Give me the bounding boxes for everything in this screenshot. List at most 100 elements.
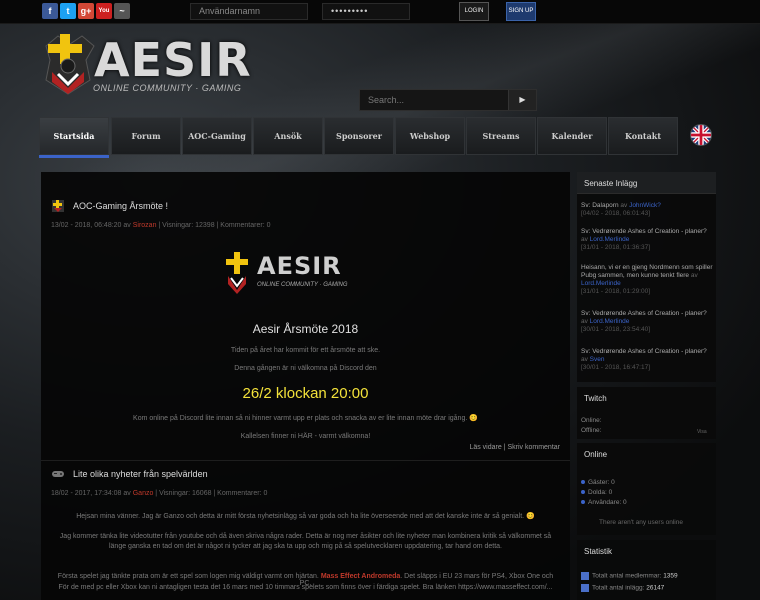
gamepad-icon [52, 471, 64, 477]
facebook-icon[interactable]: f [42, 3, 58, 19]
online-users: Användare: 0 [581, 499, 627, 506]
nav-startsida[interactable]: Startsida [39, 117, 109, 155]
post-text: Första spelet jag tänkte prata om är ett… [57, 573, 321, 580]
recent-post-date: [30/01 - 2018, 23:54:40] [581, 326, 651, 333]
recent-post-date: [30/01 - 2018, 16:47:17] [581, 364, 651, 371]
search-box: Search... ▶ [359, 89, 537, 111]
nav-kalender[interactable]: Kalender [537, 117, 607, 155]
post-event-date: 26/2 klockan 20:00 [242, 385, 369, 402]
post-paragraph: Kallelsen finner ni HÄR - varmt välkomna… [240, 433, 371, 440]
recent-post-date: [04/02 - 2018, 06:01:43] [581, 210, 651, 217]
stat-posts-label: Totalt antal inlägg: [592, 584, 645, 592]
twitch-online-label: Online: [581, 417, 602, 424]
recent-post-user[interactable]: Lord.Merlinde [581, 280, 621, 287]
recent-post-user[interactable]: Sven [590, 356, 605, 363]
recent-posts-title: Senaste Inlägg [577, 172, 716, 194]
statistics-title: Statistik [584, 547, 613, 556]
username-input[interactable]: Användarnamn [190, 3, 308, 20]
online-guests-text: Gäster: 0 [588, 479, 615, 486]
recent-post-by: av [618, 202, 630, 209]
post-paragraph: Tiden på året har kommit för ett årsmöte… [230, 347, 381, 354]
aesir-emblem-logo[interactable] [40, 32, 96, 98]
news-post: Lite olika nyheter från spelvärlden 18/0… [41, 462, 570, 600]
twitch-panel: Twitch Online: Offline: Visa [577, 387, 716, 439]
youtube-icon[interactable]: You [96, 3, 112, 19]
post-logo-tagline: ONLINE COMMUNITY · GAMING [257, 282, 348, 288]
twitch-offline-label: Offline: [581, 427, 602, 434]
nav-webshop[interactable]: Webshop [395, 117, 465, 155]
online-panel: Online Gäster: 0 Dolda: 0 Användare: 0 T… [577, 443, 716, 535]
post-title[interactable]: AOC-Gaming Årsmöte ! [73, 201, 168, 211]
news-feed: AOC-Gaming Årsmöte ! 13/02 - 2018, 06:48… [41, 172, 570, 600]
post-paragraph: Hejsan mina vänner. Jag är Ganzo och det… [76, 513, 535, 520]
recent-post-item[interactable]: Sv: Vedrørende Ashes of Creation - plane… [581, 310, 713, 334]
post-stats: | Visningar: 16068 | Kommentarer: 0 [153, 490, 268, 497]
user-dot-icon [581, 500, 585, 505]
post-paragraph: Kom online på Discord lite innan så ni h… [133, 415, 478, 422]
stat-posts-value: 26147 [646, 584, 665, 592]
recent-post-user[interactable]: JohnWick? [629, 202, 661, 209]
post-author-link[interactable]: Ganzo [133, 490, 154, 497]
recent-post-by: av [689, 272, 698, 279]
nav-ansok[interactable]: Ansök [253, 117, 323, 155]
stat-members-label: Totalt antal medlemmar: [592, 572, 662, 580]
post-date: 13/02 - 2018, 06:48:20 av [51, 222, 133, 229]
search-button[interactable]: ▶ [508, 90, 536, 110]
write-comment-link[interactable]: Skriv kommentar [507, 444, 560, 451]
online-users-text: Användare: 0 [588, 499, 627, 506]
post-author-link[interactable]: Sirozan [133, 222, 157, 229]
post-emblem-icon [52, 200, 64, 212]
post-divider [41, 460, 570, 461]
recent-post-title[interactable]: Sv: Dalaporn [581, 202, 619, 209]
nav-aoc-gaming[interactable]: AOC-Gaming [182, 117, 252, 155]
statistics-panel: Statistik Totalt antal medlemmar: 1359 T… [577, 540, 716, 600]
top-bar: f t g+ You ~ Användarnamn ••••••••• LOGI… [0, 0, 760, 24]
twitter-icon[interactable]: t [60, 3, 76, 19]
nav-sponsorer[interactable]: Sponsorer [324, 117, 394, 155]
post-paragraph: Denna gången är ni välkomna på Discord d… [234, 365, 377, 372]
hidden-dot-icon [581, 490, 585, 495]
nav-forum[interactable]: Forum [111, 117, 181, 155]
nav-active-indicator [39, 155, 109, 158]
online-hidden-text: Dolda: 0 [588, 489, 613, 496]
recent-post-by: av [581, 318, 590, 325]
recent-post-item[interactable]: Sv: Vedrørende Ashes of Creation - plane… [581, 228, 713, 252]
other-icon[interactable]: ~ [114, 3, 130, 19]
recent-post-title[interactable]: Sv: Vedrørende Ashes of Creation - plane… [581, 348, 707, 355]
read-more-link[interactable]: Läs vidare [469, 444, 501, 451]
googleplus-icon[interactable]: g+ [78, 3, 94, 19]
recent-post-date: [31/01 - 2018, 01:36:37] [581, 244, 651, 251]
main-navigation: Startsida Forum AOC-Gaming Ansök Sponsor… [39, 117, 719, 158]
post-heading: Aesir Årsmöte 2018 [252, 322, 359, 336]
members-icon [581, 572, 589, 580]
brand-tagline: ONLINE COMMUNITY · GAMING [93, 83, 242, 93]
post-title[interactable]: Lite olika nyheter från spelvärlden [73, 469, 208, 479]
recent-post-item[interactable]: Sv: Dalaporn av JohnWick? [04/02 - 2018,… [581, 202, 713, 218]
post-logo-text: AESIR [257, 252, 342, 280]
search-input[interactable]: Search... [368, 95, 404, 105]
password-input[interactable]: ••••••••• [322, 3, 410, 20]
posts-icon [581, 584, 589, 592]
twitch-more-link[interactable]: Visa [697, 429, 707, 435]
english-flag-icon[interactable] [690, 124, 712, 146]
post-meta: 13/02 - 2018, 06:48:20 av Sirozan | Visn… [51, 222, 270, 229]
login-button[interactable]: LOGIN [459, 2, 489, 21]
online-guests: Gäster: 0 [581, 479, 615, 486]
recent-post-user[interactable]: Lord.Merlinde [590, 318, 630, 325]
recent-posts-panel: Senaste Inlägg Sv: Dalaporn av JohnWick?… [577, 172, 716, 382]
recent-post-item[interactable]: Sv: Vedrørende Ashes of Creation - plane… [581, 348, 713, 372]
post-paragraph: För de med pc eller Xbox kan ni antaglig… [58, 584, 553, 591]
post-date: 18/02 - 2017, 17:34:08 av [51, 490, 133, 497]
recent-post-item[interactable]: Heisann, vi er en gjeng Nordmenn som spi… [581, 264, 713, 296]
post-actions: Läs vidare | Skriv kommentar [469, 444, 560, 451]
signup-button[interactable]: SIGN UP [506, 2, 536, 21]
recent-post-date: [31/01 - 2018, 01:29:00] [581, 288, 651, 295]
guest-dot-icon [581, 480, 585, 485]
nav-kontakt[interactable]: Kontakt [608, 117, 678, 155]
recent-post-title[interactable]: Sv: Vedrørende Ashes of Creation - plane… [581, 310, 707, 317]
brand-logo-text[interactable]: AESIR [94, 37, 252, 83]
recent-post-title[interactable]: Sv: Vedrørende Ashes of Creation - plane… [581, 228, 707, 235]
nav-streams[interactable]: Streams [466, 117, 536, 155]
recent-post-user[interactable]: Lord.Merlinde [590, 236, 630, 243]
twitch-title: Twitch [584, 394, 607, 403]
